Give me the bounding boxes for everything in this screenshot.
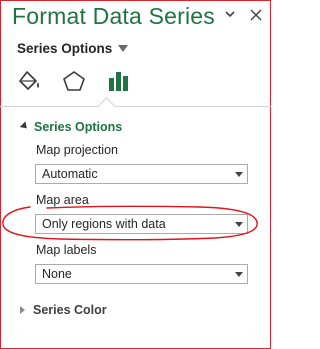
map-projection-value: Automatic <box>42 167 98 181</box>
pane-controls <box>223 7 263 23</box>
map-area-label: Map area <box>36 193 89 207</box>
chevron-down-icon <box>235 222 243 227</box>
map-labels-value: None <box>42 267 72 281</box>
tab-divider <box>0 106 271 107</box>
collapsed-triangle-icon <box>20 306 25 314</box>
series-color-section-header[interactable]: Series Color <box>20 303 107 317</box>
series-options-section-header[interactable]: Series Options <box>19 120 123 134</box>
map-labels-select[interactable]: None <box>35 264 248 284</box>
map-projection-select[interactable]: Automatic <box>35 164 248 184</box>
series-options-dropdown[interactable]: Series Options <box>17 41 129 56</box>
pentagon-icon <box>61 69 87 98</box>
bar-chart-icon <box>105 69 131 98</box>
map-projection-label: Map projection <box>36 143 118 157</box>
map-area-value: Only regions with data <box>42 217 166 231</box>
dropdown-arrow-icon <box>118 45 129 52</box>
tab-effects[interactable] <box>60 70 88 96</box>
close-icon[interactable] <box>249 7 263 23</box>
series-color-heading: Series Color <box>33 303 107 317</box>
format-tabs <box>16 70 132 96</box>
series-options-dropdown-label: Series Options <box>17 41 113 56</box>
tab-fill-line[interactable] <box>16 70 44 96</box>
chevron-down-icon <box>235 272 243 277</box>
chevron-down-icon <box>235 172 243 177</box>
map-labels-label: Map labels <box>36 243 97 257</box>
paint-bucket-icon <box>17 69 43 98</box>
tab-series-options[interactable] <box>104 70 132 96</box>
pane-title: Format Data Series <box>12 3 215 29</box>
pane-options-chevron-icon[interactable] <box>223 7 237 23</box>
expanded-triangle-icon <box>19 121 30 132</box>
series-options-heading: Series Options <box>34 120 123 134</box>
map-area-select[interactable]: Only regions with data <box>35 214 248 234</box>
